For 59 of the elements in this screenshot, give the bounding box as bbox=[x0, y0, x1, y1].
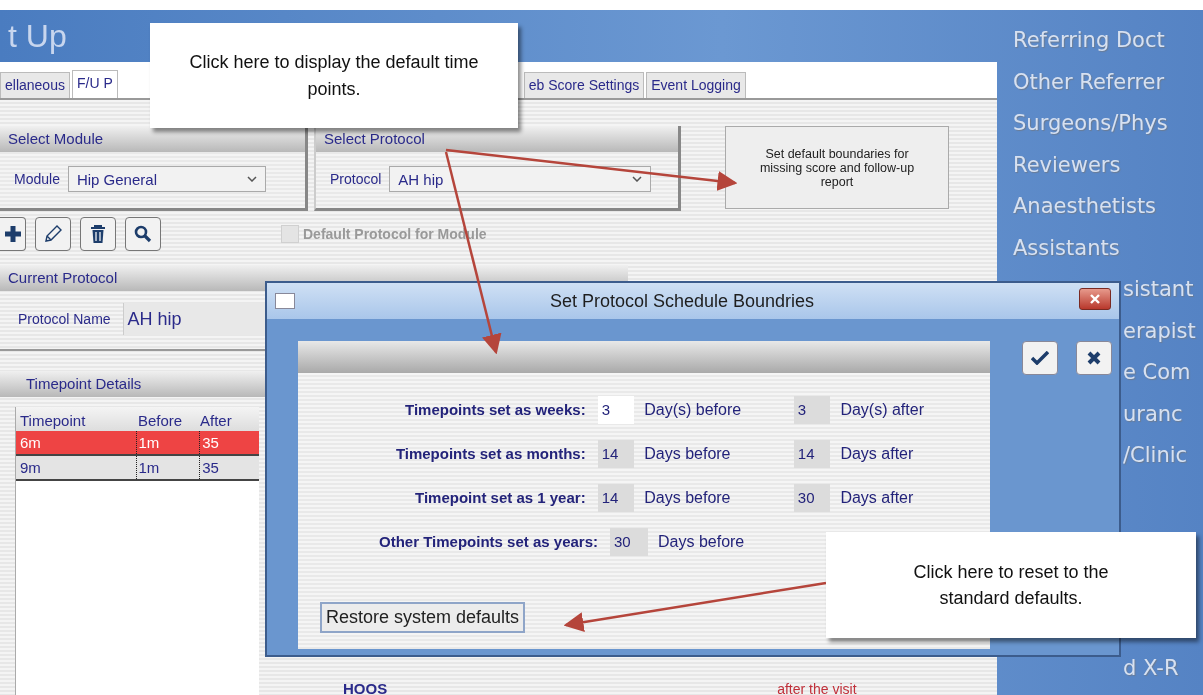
checkmark-icon bbox=[1031, 351, 1049, 365]
unit-label: Day(s) after bbox=[839, 400, 925, 419]
app-title: t Up bbox=[7, 17, 67, 56]
cancel-button[interactable] bbox=[1076, 341, 1112, 375]
protocol-dropdown[interactable]: AH hip bbox=[389, 166, 652, 192]
list-item: HOOS bbox=[343, 680, 388, 695]
chevron-icon bbox=[246, 176, 257, 182]
days-field[interactable]: 3 bbox=[597, 395, 635, 424]
column-header: Before bbox=[138, 411, 184, 431]
window-icon bbox=[275, 293, 295, 309]
tab[interactable]: ellaneous bbox=[0, 72, 70, 98]
note-text: after the visit bbox=[777, 681, 857, 695]
days-field[interactable]: 30 bbox=[610, 527, 648, 556]
unit-label: Days before bbox=[643, 488, 732, 507]
tab[interactable]: eb Score Settings bbox=[523, 72, 645, 98]
days-field[interactable]: 14 bbox=[793, 439, 831, 468]
field-label: Timepoint set as 1 year: bbox=[414, 489, 587, 506]
column-header: After bbox=[200, 411, 233, 431]
days-field[interactable]: 3 bbox=[793, 395, 831, 424]
table-row[interactable]: 9m 1m 35 bbox=[16, 456, 259, 481]
set-boundaries-button[interactable]: Set default boundaries for missing score and follow-up report bbox=[725, 126, 949, 209]
field-label: Other Timepoints set as years: bbox=[378, 533, 599, 550]
search-button[interactable] bbox=[125, 217, 161, 251]
field-label: Protocol bbox=[330, 171, 382, 187]
chevron-icon bbox=[632, 176, 643, 182]
confirm-button[interactable] bbox=[1022, 341, 1058, 375]
days-field[interactable]: 14 bbox=[597, 483, 635, 512]
add-button[interactable] bbox=[0, 217, 26, 251]
column-header: Timepoint bbox=[19, 411, 87, 431]
restore-defaults-button[interactable]: Restore system defaults bbox=[320, 602, 526, 633]
dialog-title: Set Protocol Schedule Boundries bbox=[548, 290, 816, 312]
field-label: Protocol Name bbox=[18, 311, 111, 327]
days-field[interactable]: 30 bbox=[793, 483, 831, 512]
group-header: Select Protocol bbox=[316, 126, 678, 152]
unit-label: Days before bbox=[657, 532, 746, 551]
close-icon bbox=[1089, 293, 1101, 305]
delete-button[interactable] bbox=[80, 217, 116, 251]
edit-button[interactable] bbox=[35, 217, 71, 251]
field-label: Timepoints set as months: bbox=[394, 445, 587, 462]
group-header: Select Module bbox=[0, 126, 305, 152]
tab[interactable]: F/U P bbox=[71, 70, 118, 98]
trash-icon bbox=[90, 224, 106, 244]
days-field[interactable]: 14 bbox=[597, 439, 635, 468]
close-button[interactable] bbox=[1079, 288, 1111, 310]
pencil-icon bbox=[43, 224, 63, 244]
unit-label: Days before bbox=[643, 444, 732, 463]
plus-icon bbox=[3, 225, 22, 243]
close-icon bbox=[1087, 351, 1101, 365]
field-label: Module bbox=[14, 171, 60, 187]
tab[interactable]: Event Logging bbox=[646, 72, 746, 98]
module-dropdown[interactable]: Hip General bbox=[67, 166, 266, 192]
table-row[interactable]: 6m 1m 35 bbox=[16, 431, 259, 456]
unit-label: Day(s) before bbox=[643, 400, 743, 419]
unit-label: Days after bbox=[839, 488, 915, 507]
callout: Click here to reset to the standard defaults. bbox=[826, 532, 1196, 638]
unit-label: Days after bbox=[839, 444, 915, 463]
field-label: Timepoints set as weeks: bbox=[404, 401, 587, 418]
search-icon bbox=[134, 225, 152, 243]
callout: Click here to display the default time points. bbox=[150, 23, 518, 128]
